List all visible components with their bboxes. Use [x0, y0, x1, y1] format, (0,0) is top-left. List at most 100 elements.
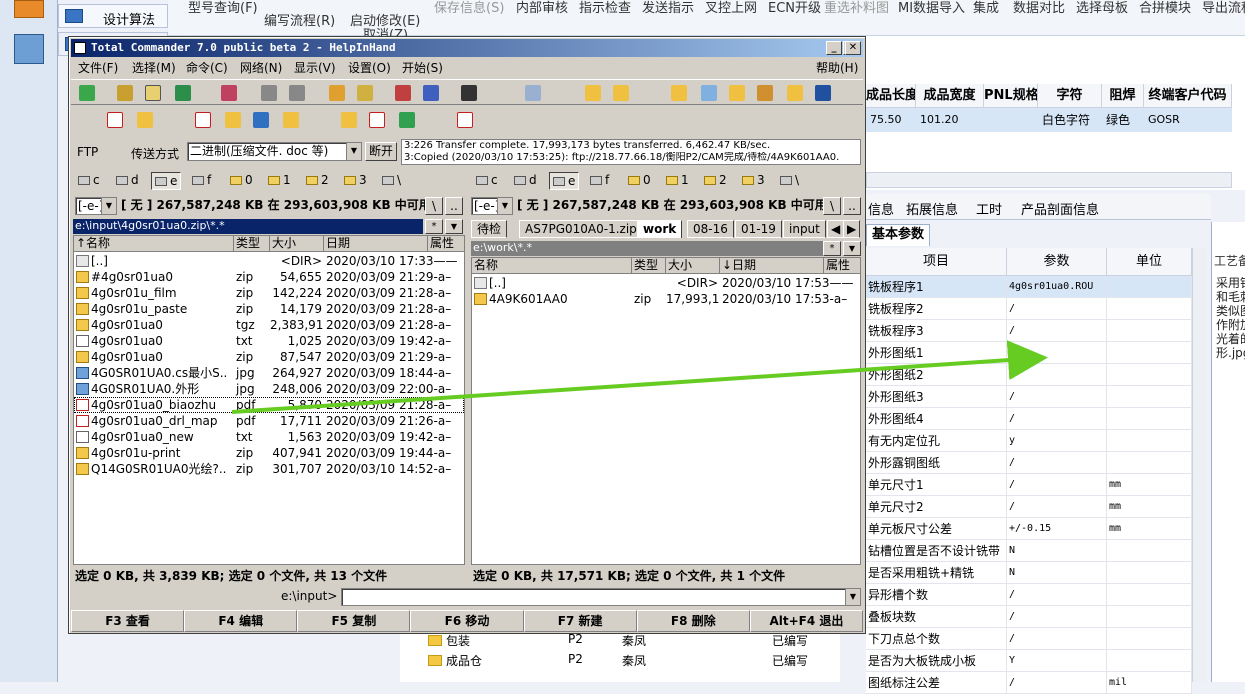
- drive-f[interactable]: f: [189, 172, 214, 190]
- f4-edit-button[interactable]: F4 编辑: [184, 610, 298, 632]
- param-row[interactable]: 叠板块数 /: [866, 606, 1192, 628]
- tab-pending-check[interactable]: 待检: [471, 220, 508, 238]
- col-type[interactable]: 类型: [234, 236, 270, 252]
- alt-f4-exit-button[interactable]: Alt+F4 退出: [749, 610, 863, 632]
- search-icon[interactable]: [461, 85, 477, 101]
- param-row[interactable]: 单元尺寸1/mm: [866, 474, 1192, 496]
- menu-view[interactable]: 显示(V): [294, 59, 336, 76]
- toolbar-merge[interactable]: 合拼模块: [1139, 0, 1191, 16]
- tree-item[interactable]: 包装: [428, 632, 470, 649]
- thumbnail-icon[interactable]: [175, 85, 191, 101]
- pdf-icon[interactable]: [369, 112, 385, 128]
- tab-basic-params[interactable]: 基本参数: [866, 224, 930, 246]
- drive-1[interactable]: 1: [265, 172, 294, 190]
- drive-1[interactable]: 1: [663, 172, 692, 190]
- col-size[interactable]: 大小: [666, 258, 720, 274]
- tab-work[interactable]: work: [637, 220, 683, 238]
- disconnect-button[interactable]: 断开: [365, 142, 397, 161]
- refresh-icon[interactable]: [79, 85, 95, 101]
- pack-icon[interactable]: [329, 85, 345, 101]
- right-drive-select[interactable]: [-e-] ▼: [471, 197, 513, 215]
- f5-copy-button[interactable]: F5 复制: [297, 610, 411, 632]
- file-row[interactable]: Q14G0SR01UA0光绘?.. zip 301,707 2020/03/10 14…: [74, 461, 464, 477]
- col-type[interactable]: 类型: [632, 258, 666, 274]
- menu-file[interactable]: 文件(F): [78, 59, 118, 76]
- param-row[interactable]: 外形露铜图纸 /: [866, 452, 1192, 474]
- tab-scroll-left[interactable]: ◀: [827, 220, 845, 238]
- drive-f[interactable]: f: [587, 172, 612, 190]
- drive-2[interactable]: 2: [303, 172, 332, 190]
- product-grid-row[interactable]: 75.50 101.20 白色字符 绿色 GOSR: [866, 108, 1232, 132]
- left-history-button[interactable]: *: [425, 219, 443, 234]
- transfer-mode-select[interactable]: 二进制(压缩文件. doc 等) ▼: [187, 142, 362, 161]
- folder-icon[interactable]: [225, 112, 241, 128]
- toolbar-save[interactable]: 保存信息(S): [434, 0, 504, 16]
- product-grid-hscroll[interactable]: [866, 172, 1232, 188]
- calculator-icon[interactable]: [14, 34, 44, 64]
- tab-as7pg010a0-zip[interactable]: AS7PG010A0-1.zip: [519, 220, 643, 238]
- toolbar-edit-flow[interactable]: 编写流程(R): [264, 10, 335, 29]
- p-app-icon[interactable]: [399, 112, 415, 128]
- file-row[interactable]: 4A9K601AA0zip17,993,1732020/03/10 17:53-…: [472, 291, 860, 307]
- toolbar-select-mother[interactable]: 选择母板: [1076, 0, 1128, 16]
- drive-2[interactable]: 2: [701, 172, 730, 190]
- drive-d[interactable]: d: [113, 172, 142, 190]
- file-row[interactable]: [..] <DIR> 2020/03/10 17:33——: [74, 253, 464, 269]
- toolbar-integrate[interactable]: 集成: [973, 0, 999, 16]
- col-attr[interactable]: 属性: [428, 236, 465, 252]
- param-row[interactable]: 单元尺寸2/mm: [866, 496, 1192, 518]
- tab-profile-info[interactable]: 产品剖面信息: [1021, 199, 1099, 218]
- param-row[interactable]: 钻槽位置是否不设计铣带 N: [866, 540, 1192, 562]
- f7-new-folder-button[interactable]: F7 新建: [523, 610, 637, 632]
- param-row[interactable]: 外形图纸1/: [866, 342, 1192, 364]
- col-name[interactable]: ↑名称: [74, 236, 234, 252]
- file-row[interactable]: 4g0sr01ua0tgz2,383,9142020/03/09 21:28-a…: [74, 317, 464, 333]
- tree-item[interactable]: 成品仓: [428, 652, 482, 669]
- app-icon[interactable]: [253, 112, 269, 128]
- drive-network[interactable]: \: [379, 172, 404, 190]
- tab-work-hours[interactable]: 工时: [976, 199, 1002, 218]
- tab-info[interactable]: 信息: [868, 199, 894, 218]
- col-attr[interactable]: 属性: [824, 258, 861, 274]
- tool-icon[interactable]: [757, 85, 773, 101]
- file-row[interactable]: 4g0sr01ua0_new txt 1,563 2020/03/09 19:42-a…: [74, 429, 464, 445]
- icons-view-icon[interactable]: [117, 85, 133, 101]
- right-hotlist-button[interactable]: ▼: [843, 241, 861, 256]
- url-connect-icon[interactable]: [423, 85, 439, 101]
- drive-0[interactable]: 0: [227, 172, 256, 190]
- param-row[interactable]: 异形槽个数 /: [866, 584, 1192, 606]
- param-table-vscroll[interactable]: [1192, 248, 1206, 682]
- param-row[interactable]: 单元板尺寸公差 +/-0.15 mm: [866, 518, 1192, 540]
- left-path[interactable]: e:\input\4g0sr01ua0.zip\*.*: [73, 219, 423, 234]
- drive-c[interactable]: c: [473, 172, 501, 190]
- param-row[interactable]: 是否采用粗铣+精铣 N: [866, 562, 1192, 584]
- menu-command[interactable]: 命令(C): [186, 59, 228, 76]
- tab-01-19[interactable]: 01-19: [735, 220, 782, 238]
- drive-network[interactable]: \: [777, 172, 802, 190]
- file-row[interactable]: 4g0sr01u-print zip 407,941 2020/03/09 19:44…: [74, 445, 464, 461]
- tc-title-bar[interactable]: Total Commander 7.0 public beta 2 - Help…: [71, 39, 863, 57]
- menu-start[interactable]: 开始(S): [402, 59, 443, 76]
- factory-icon[interactable]: [14, 0, 44, 18]
- left-root-button[interactable]: \: [425, 197, 443, 215]
- sidebar-tab-design[interactable]: 设计算法: [58, 4, 168, 28]
- menu-settings[interactable]: 设置(O): [348, 59, 391, 76]
- ftp-log[interactable]: 3:226 Transfer complete. 17,993,173 byte…: [401, 139, 861, 165]
- param-row[interactable]: 是否为大板铣成小板 Y: [866, 650, 1192, 672]
- toolbar-reselect[interactable]: 重选补料图: [824, 0, 889, 16]
- param-row[interactable]: 铣板程序1 4g0sr01ua0.ROU: [866, 276, 1192, 298]
- col-date[interactable]: 日期: [324, 236, 428, 252]
- param-row[interactable]: 有无内定位孔 y: [866, 430, 1192, 452]
- forward-arrow-icon[interactable]: [289, 85, 305, 101]
- tab-input[interactable]: input: [783, 220, 826, 238]
- drive-e[interactable]: e: [151, 172, 182, 190]
- param-row[interactable]: 铣板程序2/: [866, 298, 1192, 320]
- unpack-icon[interactable]: [357, 85, 373, 101]
- drive-3[interactable]: 3: [739, 172, 768, 190]
- right-path[interactable]: e:\work\*.*: [471, 241, 823, 256]
- drive-c[interactable]: c: [75, 172, 103, 190]
- right-history-button[interactable]: *: [823, 241, 841, 256]
- folder-icon[interactable]: [613, 85, 629, 101]
- folder-icon[interactable]: [283, 112, 299, 128]
- f3-view-button[interactable]: F3 查看: [71, 610, 185, 632]
